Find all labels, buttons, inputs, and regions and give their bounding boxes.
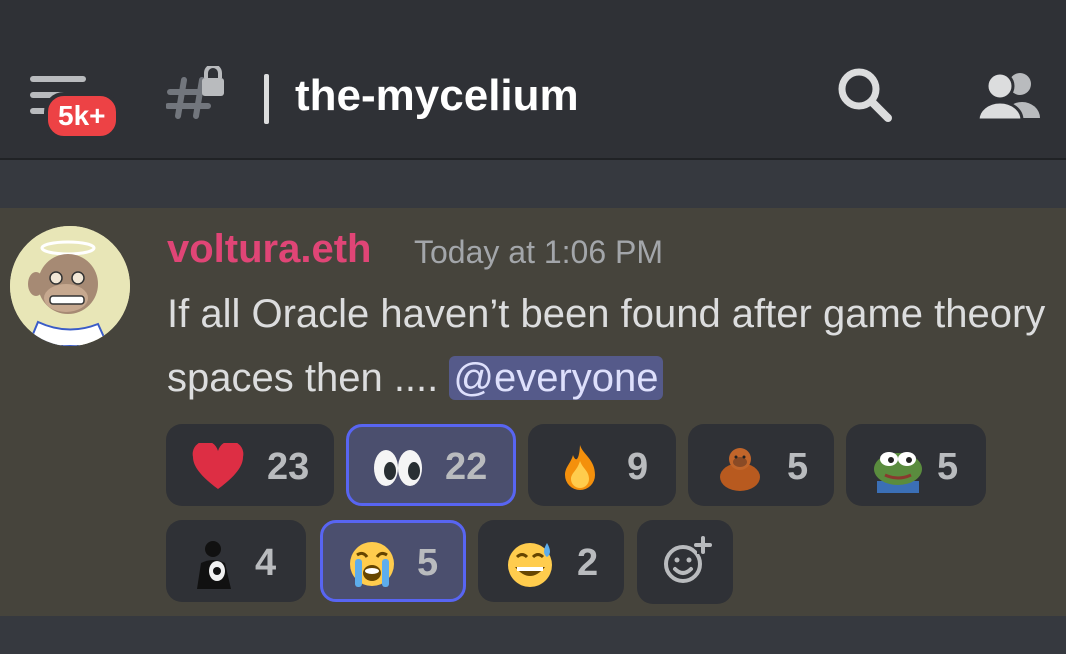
search-icon[interactable] [836, 66, 894, 124]
members-icon[interactable] [976, 70, 1042, 122]
reaction-grinning-sweat-face[interactable]: 2 [478, 520, 624, 602]
channel-header: 5k+ the-mycelium [0, 0, 1066, 160]
avatar[interactable] [10, 226, 130, 346]
everyone-mention[interactable]: @everyone [449, 356, 663, 400]
reaction-count: 4 [255, 542, 277, 584]
reaction-eyes[interactable]: 22 [346, 424, 516, 506]
reaction-count: 23 [267, 446, 310, 488]
pepe-frog-icon [871, 443, 925, 493]
reaction-loudly-crying-face[interactable]: 5 [320, 520, 466, 602]
reaction-count: 22 [445, 446, 488, 488]
unread-badge: 5k+ [44, 92, 120, 140]
reaction-count: 5 [787, 446, 809, 488]
channel-name: the-mycelium [295, 71, 579, 120]
add-reaction-button[interactable] [637, 520, 733, 604]
eyes-icon [371, 443, 425, 493]
message-author[interactable]: voltura.eth [167, 224, 371, 274]
reaction-fire[interactable]: 9 [528, 424, 676, 506]
reaction-count: 2 [577, 542, 599, 584]
reaction-count: 9 [627, 446, 649, 488]
reaction-custom-figure[interactable]: 4 [166, 520, 306, 602]
reaction-orangutan[interactable]: 5 [688, 424, 834, 506]
reaction-heart[interactable]: 23 [166, 424, 334, 506]
reaction-count: 5 [937, 446, 959, 488]
custom-figure-icon [191, 539, 245, 589]
loudly-crying-face-icon [345, 539, 399, 589]
title-divider [264, 74, 269, 124]
message-content: If all Oracle haven’t been found after g… [167, 282, 1047, 410]
add-emoji-icon [664, 536, 712, 583]
reaction-count: 5 [417, 542, 439, 584]
fire-icon [553, 443, 607, 493]
message-timestamp: Today at 1:06 PM [414, 234, 664, 270]
grinning-sweat-face-icon [503, 539, 557, 589]
heart-icon [191, 441, 245, 493]
reaction-pepe-frog[interactable]: 5 [846, 424, 986, 506]
orangutan-icon [713, 443, 767, 493]
message-list-background [0, 616, 1066, 654]
locked-channel-icon [165, 64, 230, 122]
